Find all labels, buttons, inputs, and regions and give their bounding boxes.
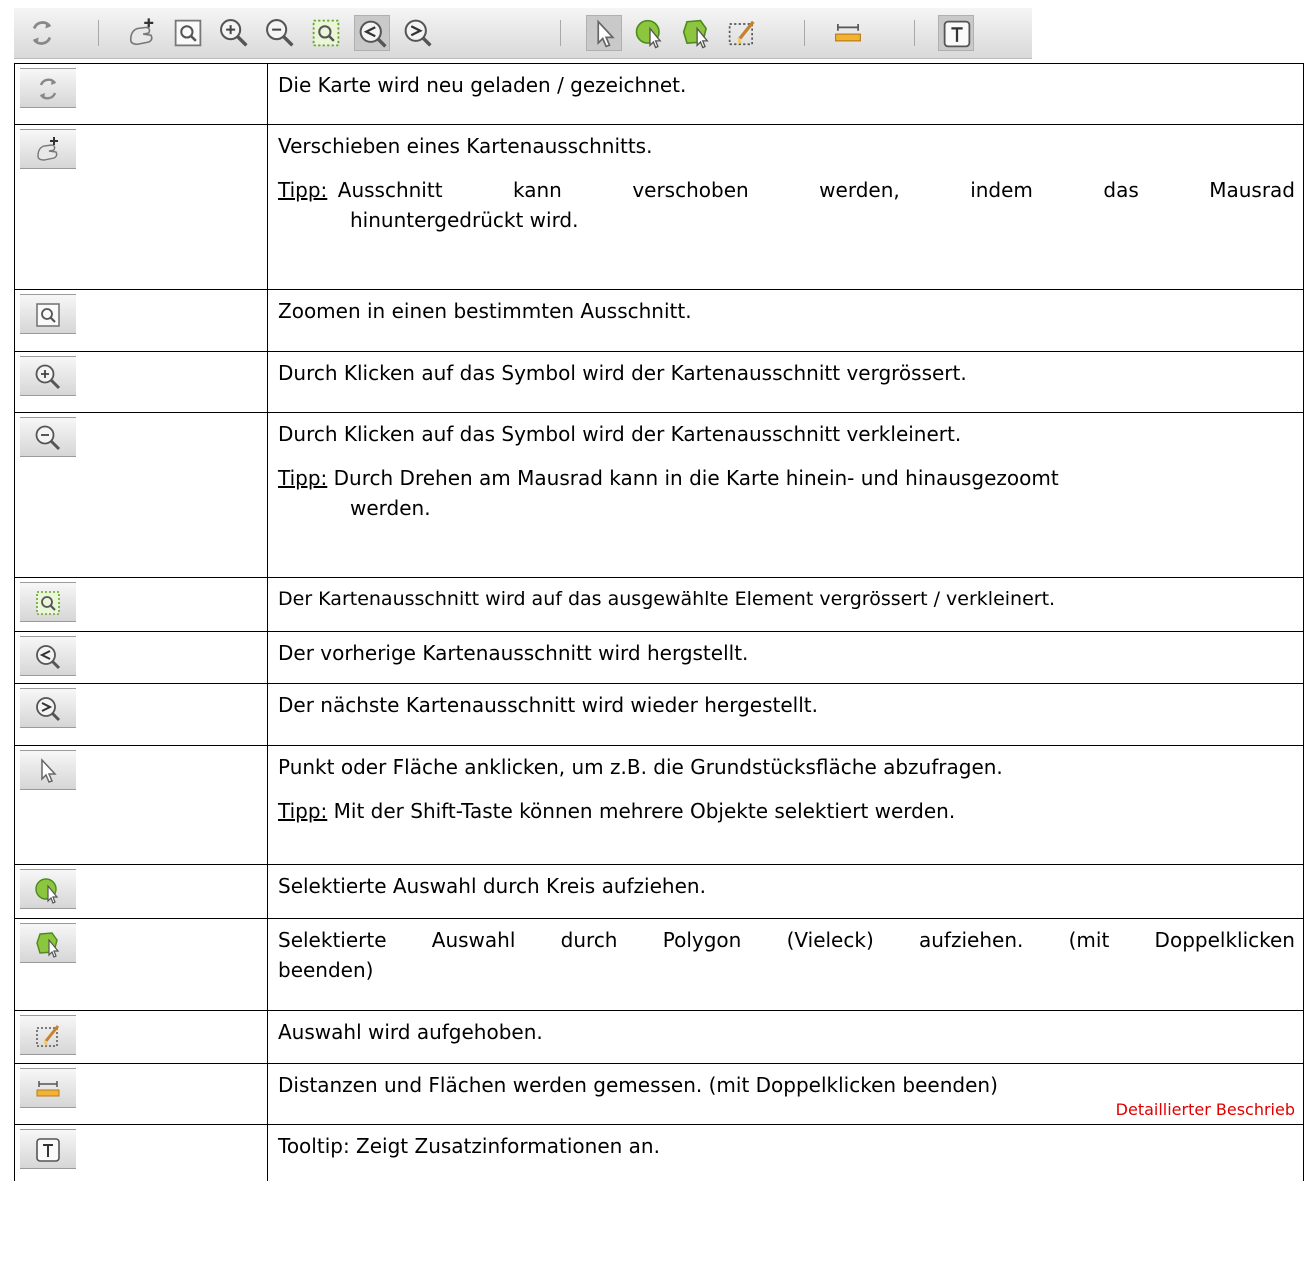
row-description: Durch Klicken auf das Symbol wird der Ka…: [278, 422, 962, 446]
tip: Tipp: Mit der Shift-Taste können mehrere…: [278, 796, 1295, 826]
toolbar-separator: [560, 20, 561, 46]
tip: Tipp: Ausschnitt kann verschoben werden,…: [278, 175, 1295, 205]
zoom-to-selection-icon[interactable]: [308, 15, 344, 51]
zoom-box-icon[interactable]: [170, 15, 206, 51]
toolbar-separator: [98, 20, 99, 46]
measure-icon[interactable]: [830, 15, 866, 51]
previous-extent-icon: [20, 636, 76, 676]
select-circle-icon: [20, 869, 76, 909]
table-row: Selektierte Auswahl durch Kreis aufziehe…: [14, 864, 1304, 919]
zoom-to-selection-icon: [20, 582, 76, 622]
select-circle-icon[interactable]: [632, 15, 668, 51]
row-description-continued: beenden): [278, 958, 374, 982]
pan-icon: [20, 129, 76, 169]
row-description: Die Karte wird neu geladen / gezeichnet.: [278, 73, 687, 97]
map-toolbar: [14, 8, 1032, 59]
zoom-out-icon[interactable]: [262, 15, 298, 51]
zoom-in-icon: [20, 356, 76, 396]
table-row: Durch Klicken auf das Symbol wird der Ka…: [14, 412, 1304, 578]
tip-text: Durch Drehen am Mausrad kann in die Kart…: [333, 466, 1059, 490]
clear-selection-icon[interactable]: [724, 15, 760, 51]
tip-label: Tipp:: [278, 178, 328, 202]
table-row: Auswahl wird aufgehoben.: [14, 1010, 1304, 1064]
tip-continuation: hinuntergedrückt wird.: [350, 208, 579, 232]
table-row: Punkt oder Fläche anklicken, um z.B. die…: [14, 745, 1304, 865]
table-row: Die Karte wird neu geladen / gezeichnet.: [14, 63, 1304, 125]
table-row: Verschieben eines Kartenausschnitts. Tip…: [14, 124, 1304, 290]
row-description: Der Kartenausschnitt wird auf das ausgew…: [278, 588, 1056, 610]
table-row: Zoomen in einen bestimmten Ausschnitt.: [14, 289, 1304, 352]
table-row: Der Kartenausschnitt wird auf das ausgew…: [14, 577, 1304, 632]
select-polygon-icon: [20, 923, 76, 963]
pan-icon[interactable]: [124, 15, 160, 51]
detailed-description-link[interactable]: Detaillierter Beschrieb: [278, 1100, 1295, 1120]
table-row: Durch Klicken auf das Symbol wird der Ka…: [14, 351, 1304, 413]
tip-label: Tipp:: [278, 799, 328, 823]
row-description: Punkt oder Fläche anklicken, um z.B. die…: [278, 755, 1003, 779]
row-description: Selektierte Auswahl durch Kreis aufziehe…: [278, 874, 706, 898]
tool-description-table: Die Karte wird neu geladen / gezeichnet.…: [14, 63, 1304, 1181]
row-description: Auswahl wird aufgehoben.: [278, 1020, 543, 1044]
tip-continuation: werden.: [350, 496, 431, 520]
row-description: Der nächste Kartenausschnitt wird wieder…: [278, 693, 818, 717]
toolbar-separator: [804, 20, 805, 46]
table-row: Der vorherige Kartenausschnitt wird herg…: [14, 631, 1304, 684]
refresh-icon: [20, 68, 76, 108]
row-description: Distanzen und Flächen werden gemessen. (…: [278, 1073, 998, 1097]
select-polygon-icon[interactable]: [678, 15, 714, 51]
tip-label: Tipp:: [278, 466, 328, 490]
row-description: Durch Klicken auf das Symbol wird der Ka…: [278, 361, 967, 385]
table-row: Selektierte Auswahl durch Polygon (Viele…: [14, 918, 1304, 1011]
row-description: Zoomen in einen bestimmten Ausschnitt.: [278, 299, 692, 323]
previous-extent-icon[interactable]: [354, 15, 390, 51]
row-description: Der vorherige Kartenausschnitt wird herg…: [278, 641, 749, 665]
tooltip-icon[interactable]: [938, 15, 974, 51]
zoom-box-icon: [20, 294, 76, 334]
toolbar-separator: [914, 20, 915, 46]
zoom-in-icon[interactable]: [216, 15, 252, 51]
tip-text: Ausschnitt kann verschoben werden, indem…: [337, 178, 1295, 202]
table-row: Distanzen und Flächen werden gemessen. (…: [14, 1063, 1304, 1125]
row-description: Selektierte Auswahl durch Polygon (Viele…: [278, 928, 1295, 952]
tip: Tipp: Durch Drehen am Mausrad kann in di…: [278, 463, 1295, 493]
row-description: Tooltip: Zeigt Zusatzinformationen an.: [278, 1134, 660, 1158]
clear-selection-icon: [20, 1015, 76, 1055]
table-row: Tooltip: Zeigt Zusatzinformationen an.: [14, 1124, 1304, 1181]
row-description: Verschieben eines Kartenausschnitts.: [278, 134, 653, 158]
measure-icon: [20, 1068, 76, 1108]
table-row: Der nächste Kartenausschnitt wird wieder…: [14, 683, 1304, 746]
tip-text: Mit der Shift-Taste können mehrere Objek…: [333, 799, 956, 823]
tooltip-icon: [20, 1129, 76, 1169]
next-extent-icon[interactable]: [400, 15, 436, 51]
select-icon[interactable]: [586, 15, 622, 51]
zoom-out-icon: [20, 417, 76, 457]
next-extent-icon: [20, 688, 76, 728]
refresh-icon[interactable]: [24, 15, 60, 51]
select-icon: [20, 750, 76, 790]
